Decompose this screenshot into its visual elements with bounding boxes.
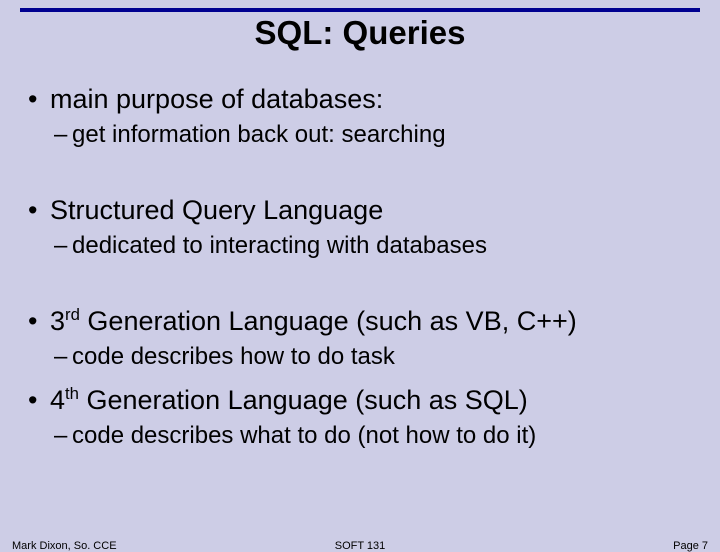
bullet-3: • 3rd Generation Language (such as VB, C…: [28, 306, 692, 337]
subbullet-2-1: – dedicated to interacting with database…: [28, 232, 692, 260]
bullet-text: Structured Query Language: [50, 195, 383, 225]
title-rule: [20, 8, 700, 12]
dash-icon: –: [54, 121, 67, 149]
slide-title: SQL: Queries: [0, 14, 720, 52]
bullet-1: • main purpose of databases:: [28, 84, 692, 115]
bullet-4: • 4th Generation Language (such as SQL): [28, 385, 692, 416]
bullet-icon: •: [28, 385, 37, 416]
bullet-text: 3rd Generation Language (such as VB, C++…: [50, 306, 577, 336]
footer-author: Mark Dixon, So. CCE: [12, 540, 117, 552]
bullet-2: • Structured Query Language: [28, 195, 692, 226]
subbullet-text: dedicated to interacting with databases: [72, 232, 487, 259]
subbullet-3-1: – code describes how to do task: [28, 343, 692, 371]
bullet-icon: •: [28, 84, 37, 115]
bullet-text: 4th Generation Language (such as SQL): [50, 385, 528, 415]
slide-content: • main purpose of databases: – get infor…: [0, 52, 720, 450]
dash-icon: –: [54, 232, 67, 260]
footer-course: SOFT 131: [335, 540, 386, 552]
subbullet-4-1: – code describes what to do (not how to …: [28, 422, 692, 450]
bullet-icon: •: [28, 306, 37, 337]
footer-page: Page 7: [673, 540, 708, 552]
bullet-text: main purpose of databases:: [50, 84, 383, 114]
subbullet-1-1: – get information back out: searching: [28, 121, 692, 149]
subbullet-text: code describes how to do task: [72, 343, 395, 370]
dash-icon: –: [54, 343, 67, 371]
bullet-icon: •: [28, 195, 37, 226]
dash-icon: –: [54, 422, 67, 450]
subbullet-text: get information back out: searching: [72, 121, 446, 148]
subbullet-text: code describes what to do (not how to do…: [72, 422, 536, 449]
